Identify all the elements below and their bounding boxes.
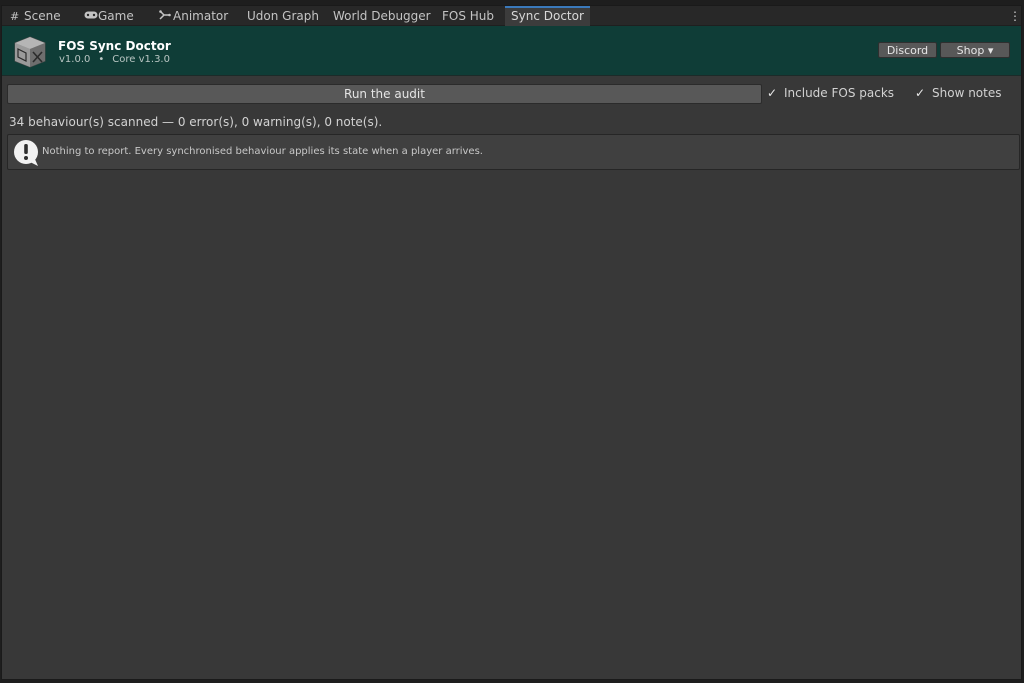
tab-scene[interactable]: # Scene xyxy=(10,6,61,26)
fos-logo-icon xyxy=(12,35,48,69)
run-audit-button[interactable]: Run the audit xyxy=(7,84,762,104)
tab-fos-hub[interactable]: FOS Hub xyxy=(442,6,494,26)
tab-bar: # Scene Game Animator Udon Graph World De… xyxy=(2,6,1021,26)
discord-button[interactable]: Discord xyxy=(878,42,937,58)
checkbox-checked-icon[interactable]: ✓ xyxy=(914,87,926,99)
app-title: FOS Sync Doctor xyxy=(58,39,171,53)
info-speech-icon xyxy=(12,139,40,167)
info-message: Nothing to report. Every synchronised be… xyxy=(42,146,483,157)
core-version-label: Core v1.3.0 xyxy=(112,54,170,65)
editor-window: # Scene Game Animator Udon Graph World De… xyxy=(1,5,1022,680)
tab-sync-doctor[interactable]: Sync Doctor xyxy=(505,6,590,26)
show-notes-label: Show notes xyxy=(932,86,1002,100)
checkbox-checked-icon[interactable]: ✓ xyxy=(766,87,778,99)
tab-world-debugger[interactable]: World Debugger xyxy=(333,6,431,26)
version-label: v1.0.0 xyxy=(59,54,91,65)
version-info: v1.0.0 • Core v1.3.0 xyxy=(59,54,170,65)
gamepad-icon xyxy=(84,7,98,27)
shop-dropdown-button[interactable]: Shop ▾ xyxy=(940,42,1010,58)
grid-icon: # xyxy=(10,10,20,23)
tab-animator[interactable]: Animator xyxy=(159,6,228,26)
kebab-menu-icon[interactable]: ⋮ xyxy=(1009,9,1021,23)
animator-icon xyxy=(159,7,173,27)
header-banner: FOS Sync Doctor v1.0.0 • Core v1.3.0 Disco… xyxy=(2,26,1021,76)
include-fos-packs-label: Include FOS packs xyxy=(784,86,895,100)
separator-dot: • xyxy=(98,54,105,65)
include-fos-packs-toggle[interactable]: ✓ Include FOS packs xyxy=(766,85,894,101)
scan-summary: 34 behaviour(s) scanned — 0 error(s), 0 … xyxy=(9,115,383,129)
tab-udon-graph[interactable]: Udon Graph xyxy=(247,6,319,26)
info-help-box: Nothing to report. Every synchronised be… xyxy=(7,134,1020,170)
tab-game[interactable]: Game xyxy=(84,6,134,26)
show-notes-toggle[interactable]: ✓ Show notes xyxy=(914,85,1002,101)
